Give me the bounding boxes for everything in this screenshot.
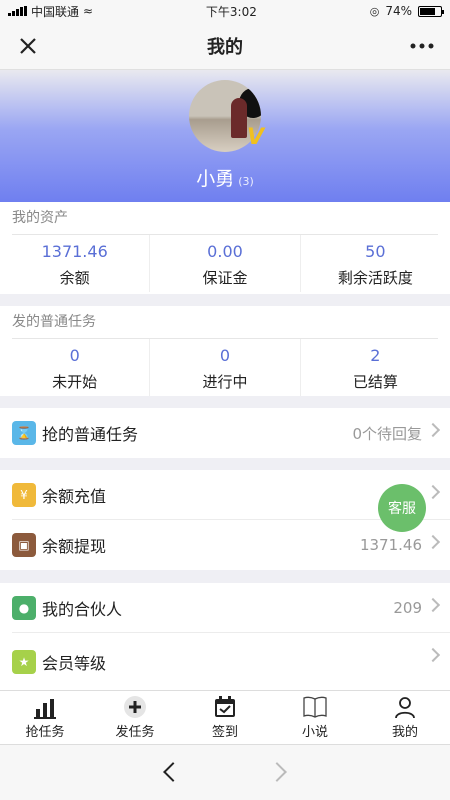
withdraw-row[interactable]: ▣ 余额提现 1371.46 [0, 520, 450, 570]
tasks-card: 发的普通任务 0 未开始 0 进行中 2 已结算 [0, 306, 450, 396]
more-button[interactable] [408, 32, 436, 60]
book-icon [302, 693, 328, 719]
more-icon [410, 43, 434, 49]
bar-chart-icon [34, 693, 56, 719]
wifi-icon: ≈ [83, 4, 94, 18]
profile-name: 小勇 [196, 168, 235, 190]
stat-label: 已结算 [352, 373, 398, 391]
person-icon [393, 693, 417, 719]
tab-post-task[interactable]: 发任务 [90, 691, 180, 744]
status-time: 下午3:02 [205, 4, 257, 19]
stat-label: 余额 [59, 269, 90, 287]
chevron-right-icon [425, 534, 441, 550]
row-label: 会员等级 [42, 653, 107, 673]
chevron-right-icon [425, 422, 441, 438]
tab-grab-task[interactable]: 抢任务 [0, 691, 90, 744]
row-label: 余额提现 [42, 537, 107, 556]
tab-label: 签到 [211, 725, 238, 740]
stat-value: 0 [219, 346, 231, 365]
tab-novel[interactable]: 小说 [270, 691, 360, 744]
tab-label: 小说 [301, 725, 328, 740]
plus-circle-icon [123, 693, 147, 719]
forward-arrow-icon[interactable] [267, 762, 287, 782]
activity-stat[interactable]: 50 剩余活跃度 [301, 234, 450, 292]
close-button[interactable] [14, 32, 42, 60]
close-icon [20, 38, 36, 54]
member-level-row[interactable]: ★ 会员等级 [0, 633, 450, 690]
row-label: 余额充值 [42, 487, 107, 506]
user-icon: ● [12, 596, 36, 620]
tab-checkin[interactable]: 签到 [180, 691, 270, 744]
stat-value: 50 [365, 242, 386, 261]
chevron-right-icon [425, 647, 441, 663]
coin-icon: ¥ [12, 483, 36, 507]
customer-service-button[interactable]: 客服 [378, 484, 426, 532]
settled-stat[interactable]: 2 已结算 [301, 338, 450, 396]
tab-mine[interactable]: 我的 [360, 691, 450, 744]
row-value: 209 [393, 599, 422, 617]
row-label: 我的合伙人 [42, 600, 123, 619]
not-started-stat[interactable]: 0 未开始 [0, 338, 151, 396]
orientation-lock-icon: ◎ [369, 4, 380, 18]
vip-badge: V [247, 125, 265, 150]
tab-bar: 抢任务 发任务 签到 小说 我的 [0, 690, 450, 744]
stat-label: 进行中 [202, 373, 248, 391]
grab-task-row[interactable]: ⌛ 抢的普通任务 0个待回复 [0, 408, 450, 458]
tab-label: 抢任务 [25, 725, 65, 740]
row-label: 抢的普通任务 [42, 425, 139, 444]
tasks-title: 发的普通任务 [12, 314, 96, 330]
wallet-icon: ▣ [12, 533, 36, 557]
chevron-right-icon [425, 597, 441, 613]
tab-label: 发任务 [115, 725, 155, 740]
status-bar: 中国联通 ≈ 下午3:02 ◎ 74% [0, 0, 450, 22]
member-icon: ★ [12, 649, 36, 674]
chevron-right-icon [425, 484, 441, 500]
stat-label: 未开始 [52, 373, 98, 391]
row-value: 0个待回复 [352, 424, 422, 443]
stat-value: 0 [69, 346, 80, 365]
battery-icon [418, 5, 444, 17]
tab-label: 我的 [391, 725, 418, 740]
back-arrow-icon[interactable] [163, 762, 183, 782]
partners-row[interactable]: ● 我的合伙人 209 [0, 583, 450, 633]
stat-label: 剩余活跃度 [337, 269, 413, 287]
balance-stat[interactable]: 1371.46 余额 [0, 234, 151, 292]
assets-title: 我的资产 [12, 210, 68, 226]
stat-value: 0.00 [207, 242, 243, 261]
stat-value: 1371.46 [41, 242, 108, 261]
signal-icon [8, 6, 27, 16]
profile-header: V 小勇 (3) [0, 70, 450, 202]
page-title: 我的 [207, 36, 243, 58]
stat-value: 2 [370, 346, 381, 365]
battery-percent: 74% [385, 4, 412, 18]
hourglass-icon: ⌛ [12, 421, 36, 445]
in-progress-stat[interactable]: 0 进行中 [150, 338, 301, 396]
navbar: 我的 [0, 22, 450, 70]
deposit-stat[interactable]: 0.00 保证金 [150, 234, 301, 292]
calendar-check-icon [213, 693, 237, 719]
stat-label: 保证金 [202, 269, 248, 287]
row-value: 1371.46 [359, 536, 422, 554]
profile-name-line: 小勇 (3) [0, 164, 450, 191]
browser-toolbar [0, 744, 450, 800]
profile-count: (3) [238, 175, 254, 188]
assets-card: 我的资产 1371.46 余额 0.00 保证金 50 剩余活跃度 [0, 202, 450, 294]
carrier-label: 中国联通 [31, 4, 80, 19]
